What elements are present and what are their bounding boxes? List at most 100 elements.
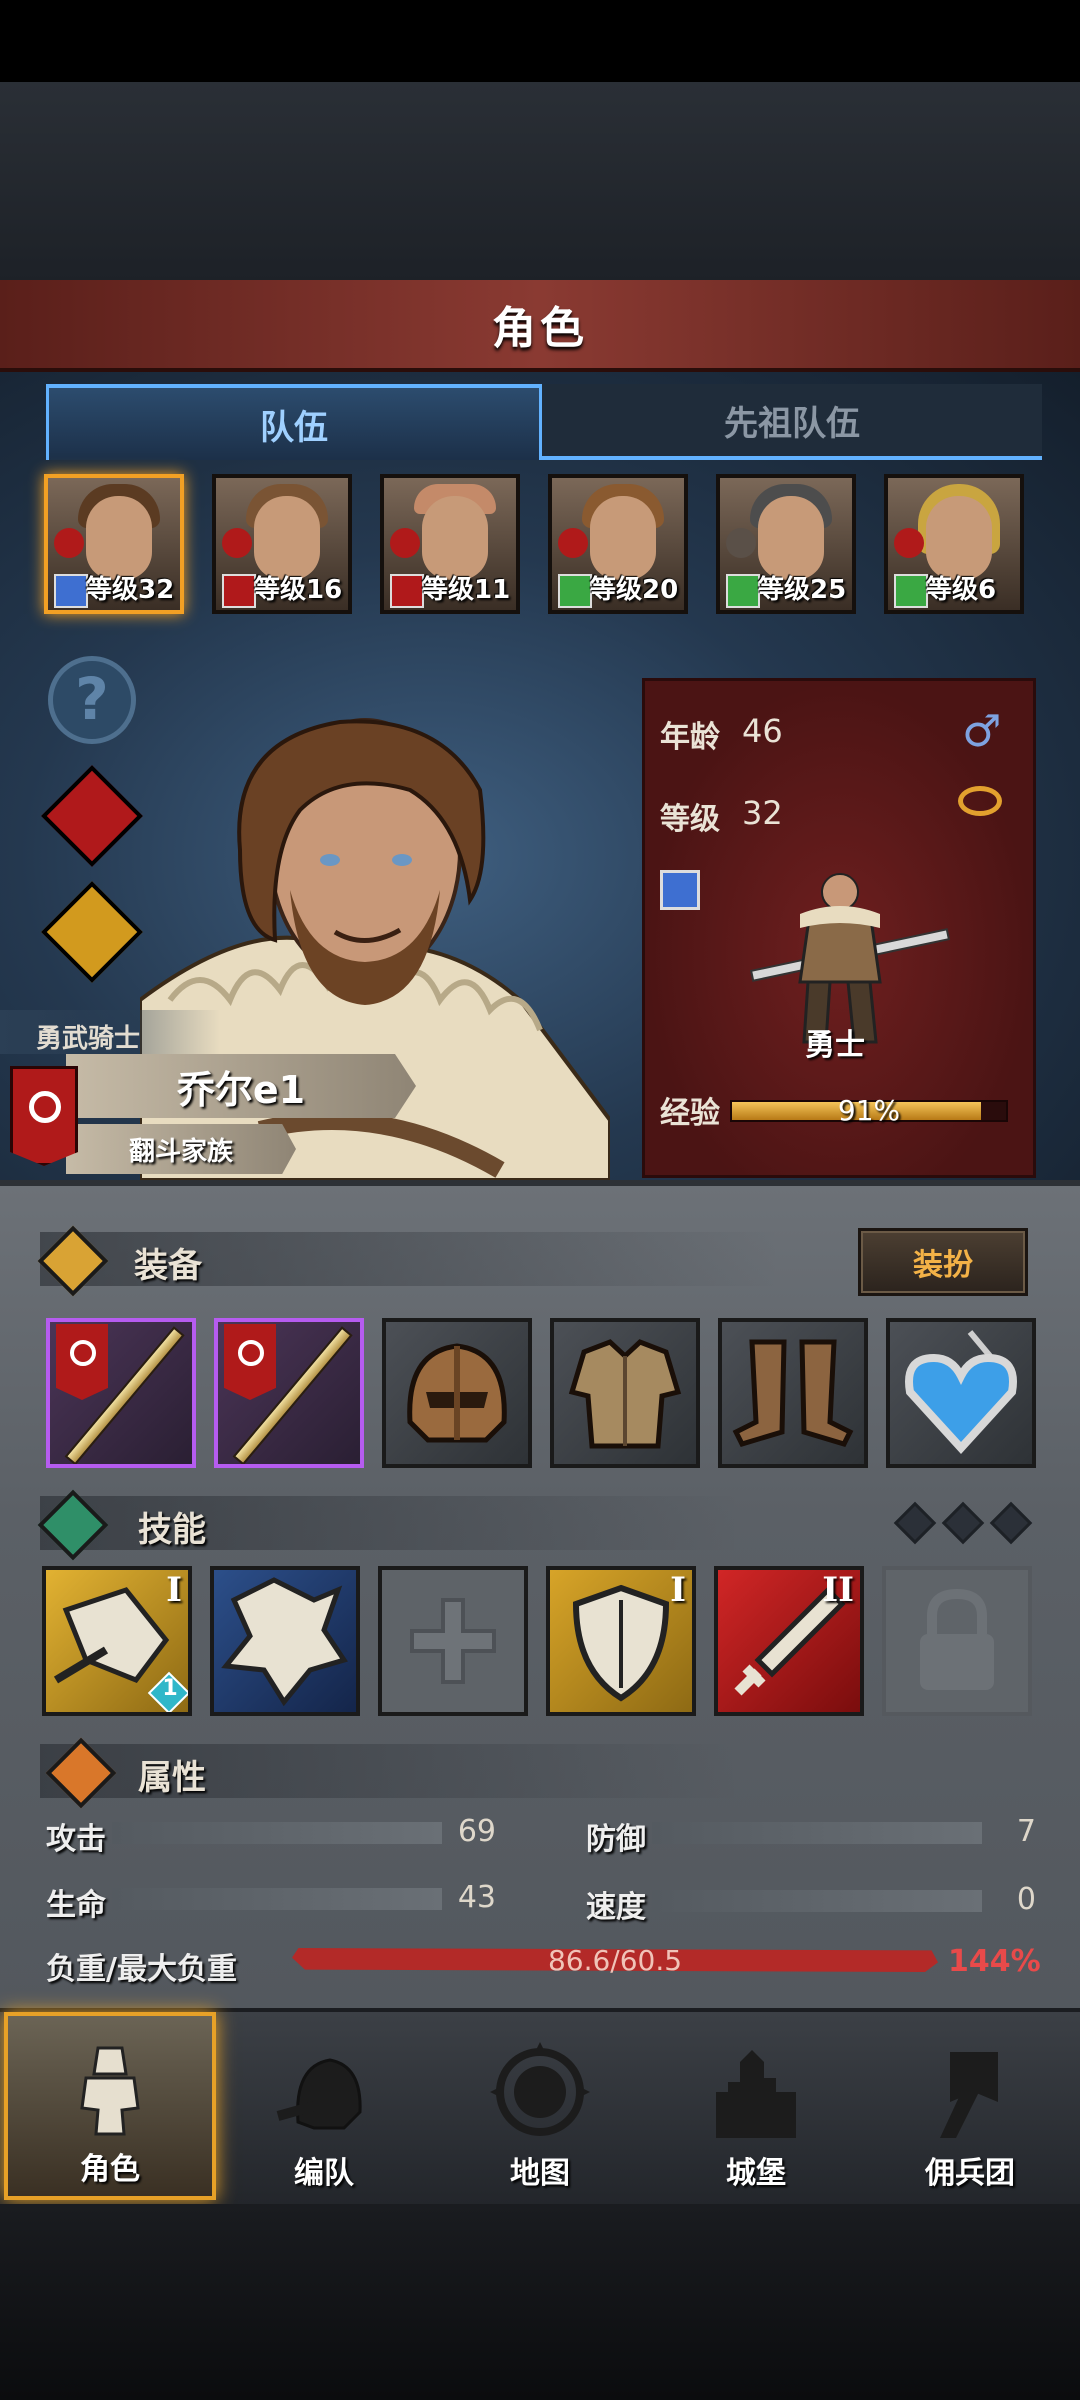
knight-icon: [80, 2046, 140, 2136]
nav-label: 角色: [80, 2152, 140, 2187]
top-background: [0, 82, 1080, 282]
weight-label: 负重/最大负重: [46, 1952, 237, 1987]
mercenary-banner-icon: [940, 2052, 998, 2138]
unit-icon: [54, 528, 84, 558]
unit-icon: [558, 528, 588, 558]
cross-class-icon: [726, 574, 760, 608]
skill-level: 1: [162, 1676, 178, 1701]
dress-up-button[interactable]: 装扮: [858, 1228, 1028, 1296]
hero-face: [254, 496, 320, 580]
lock-icon: [920, 1588, 994, 1690]
defense-bar: [652, 1822, 982, 1844]
dress-up-label: 装扮: [913, 1248, 973, 1283]
equip-slot-amulet[interactable]: [886, 1318, 1036, 1468]
equip-slot-boots[interactable]: [718, 1318, 868, 1468]
hero-card-2[interactable]: 等级16: [212, 474, 352, 614]
equip-slot-sword-1[interactable]: [46, 1318, 196, 1468]
helmet-icon: [407, 1343, 507, 1443]
exp-label: 经验: [660, 1096, 720, 1131]
skill-fist[interactable]: [210, 1566, 360, 1716]
tab-team-label: 队伍: [260, 407, 328, 448]
question-icon: ?: [75, 665, 109, 733]
class-name: 勇士: [805, 1028, 865, 1063]
hero-level: 等级6: [926, 575, 997, 605]
unit-icon: [726, 528, 756, 558]
level-label: 等级: [660, 802, 720, 837]
hero-card-4[interactable]: 等级20: [548, 474, 688, 614]
hero-level: 等级32: [86, 575, 175, 605]
age-label: 年龄: [660, 720, 720, 755]
armor-icon: [568, 1339, 682, 1449]
helmet-formation-icon: [276, 2058, 362, 2130]
nav-character[interactable]: 角色: [4, 2012, 216, 2200]
hero-face: [926, 496, 992, 580]
age-value: 46: [742, 712, 783, 750]
skill-rank: I: [670, 1570, 686, 1610]
hero-level: 等级25: [758, 575, 847, 605]
nav-label: 城堡: [726, 2156, 786, 2191]
attack-value: 69: [457, 1814, 496, 1849]
fist-skill-icon: [221, 1577, 348, 1707]
equip-slot-armor[interactable]: [550, 1318, 700, 1468]
skill-sword[interactable]: II: [714, 1566, 864, 1716]
banner-emblem: [29, 1091, 61, 1123]
speed-bar: [652, 1890, 982, 1912]
life-bar: [112, 1888, 442, 1910]
boots-icon: [732, 1339, 854, 1447]
level-value: 32: [742, 794, 783, 832]
life-value: 43: [457, 1880, 496, 1915]
family-name: 翻斗家族: [128, 1136, 233, 1167]
exp-percent: 91%: [837, 1094, 901, 1127]
status-bar-area: [0, 0, 1080, 82]
life-label: 生命: [46, 1888, 106, 1923]
compass-map-icon: [490, 2042, 590, 2136]
hero-card-6[interactable]: 等级6: [884, 474, 1024, 614]
skills-title: 技能: [138, 1510, 206, 1550]
family-flag-icon: [56, 1324, 108, 1400]
sword-class-icon: [660, 870, 700, 910]
hero-level: 等级20: [590, 575, 679, 605]
hero-card-3[interactable]: 等级11: [380, 474, 520, 614]
nav-label: 编队: [294, 2156, 354, 2191]
hero-card-1[interactable]: 等级32: [44, 474, 184, 614]
skill-empty[interactable]: [378, 1566, 528, 1716]
attack-label: 攻击: [46, 1822, 106, 1857]
hero-name-plate[interactable]: 乔尔e1: [66, 1054, 416, 1118]
unit-icon: [222, 528, 252, 558]
hero-face: [422, 496, 488, 580]
hero-title: 勇武骑士: [0, 1010, 220, 1054]
defense-value: 7: [1016, 1814, 1036, 1849]
skill-locked[interactable]: [882, 1566, 1032, 1716]
family-banner-icon: [10, 1066, 78, 1166]
hero-face: [758, 496, 824, 580]
equip-slot-sword-2[interactable]: [214, 1318, 364, 1468]
ring-icon[interactable]: [958, 786, 1002, 816]
hero-level: 等级16: [254, 575, 343, 605]
tab-ancestor-label: 先祖队伍: [724, 403, 860, 444]
hero-card-5[interactable]: 等级25: [716, 474, 856, 614]
skill-charge[interactable]: I 1: [42, 1566, 192, 1716]
hero-face: [86, 496, 152, 580]
nav-map[interactable]: 地图: [434, 2012, 646, 2200]
castle-icon: [716, 2050, 796, 2138]
equip-slot-helmet[interactable]: [382, 1318, 532, 1468]
speed-label: 速度: [586, 1890, 646, 1925]
family-name-plate: 翻斗家族: [66, 1124, 296, 1174]
skill-shield[interactable]: I: [546, 1566, 696, 1716]
hero-face: [590, 496, 656, 580]
nav-mercenaries[interactable]: 佣兵团: [864, 2012, 1076, 2200]
nav-castle[interactable]: 城堡: [650, 2012, 862, 2200]
cross-class-icon: [558, 574, 592, 608]
nav-formation[interactable]: 编队: [218, 2012, 430, 2200]
defense-label: 防御: [586, 1822, 646, 1857]
cross-icon: [410, 1598, 496, 1684]
sword-class-icon: [54, 574, 88, 608]
help-button[interactable]: ?: [48, 656, 136, 744]
tab-ancestor-team[interactable]: 先祖队伍: [542, 384, 1042, 460]
hero-level: 等级11: [422, 575, 511, 605]
skill-rank: II: [822, 1570, 854, 1610]
family-flag-icon: [224, 1324, 276, 1400]
unit-icon: [894, 528, 924, 558]
tab-team[interactable]: 队伍: [46, 384, 542, 460]
beast-class-icon: [390, 574, 424, 608]
